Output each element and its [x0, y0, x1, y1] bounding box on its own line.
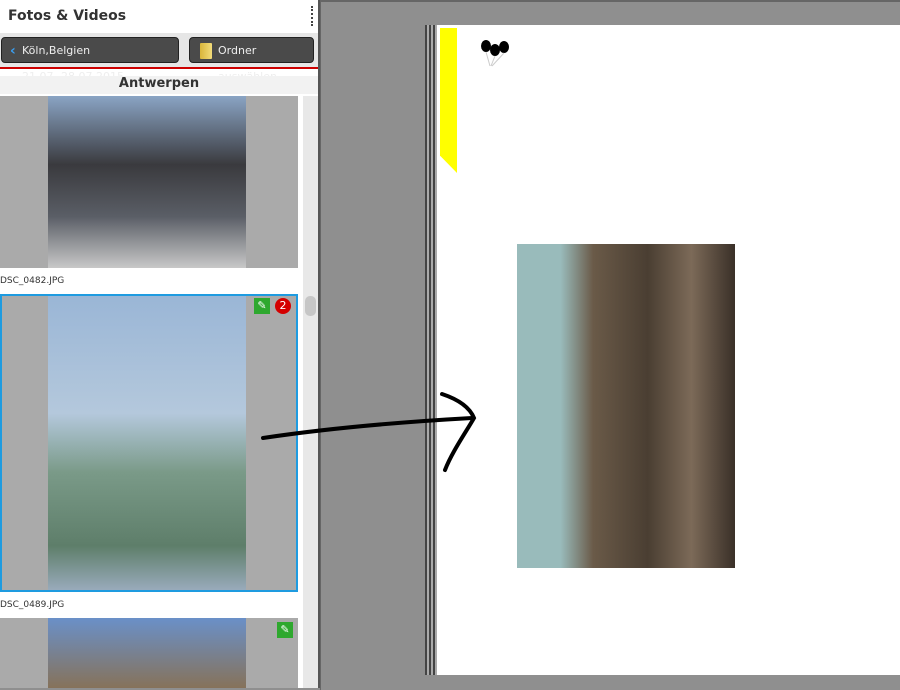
chevron-left-icon: ‹	[10, 43, 16, 59]
section-header: Antwerpen	[0, 76, 318, 94]
thumbnail-filename: DSC_0489.JPG	[0, 600, 65, 610]
page-bookmark-ribbon[interactable]	[440, 28, 457, 173]
photos-panel: Fotos & Videos ‹Köln,Belgien 21.07.-28.0…	[0, 0, 615, 688]
photo-tower	[48, 618, 246, 688]
thumbnail-selected[interactable]: ✎ 2	[0, 294, 298, 592]
thumbnail-filename: DSC_0482.JPG	[0, 276, 65, 286]
folder-icon	[200, 43, 212, 59]
usage-count-badge: 2	[275, 298, 291, 314]
placed-photo[interactable]	[517, 244, 735, 568]
thumbnail[interactable]	[0, 96, 298, 268]
scrollbar-thumb[interactable]	[305, 296, 316, 316]
page-edge	[425, 25, 437, 675]
panel-menu-grip[interactable]	[311, 6, 315, 26]
panel-title: Fotos & Videos	[8, 8, 127, 24]
panel-toolbar: ‹Köln,Belgien 21.07.-28.07.2015 Ordner a…	[0, 33, 318, 83]
photo-cathedral	[48, 96, 246, 268]
scrollbar[interactable]: ▲	[303, 96, 615, 688]
choose-folder-button[interactable]: Ordner auswählen	[189, 37, 314, 83]
back-button[interactable]: ‹Köln,Belgien 21.07.-28.07.2015	[1, 37, 179, 83]
edit-icon: ✎	[254, 298, 270, 314]
edit-icon: ✎	[277, 622, 293, 638]
balloons-icon	[481, 40, 509, 67]
thumbnail-list: DSC_0482.JPG ✎ 2 DSC_0489.JPG ✎	[0, 96, 302, 688]
photo-brabo-fountain	[48, 296, 246, 590]
thumbnail[interactable]: ✎	[0, 618, 298, 688]
